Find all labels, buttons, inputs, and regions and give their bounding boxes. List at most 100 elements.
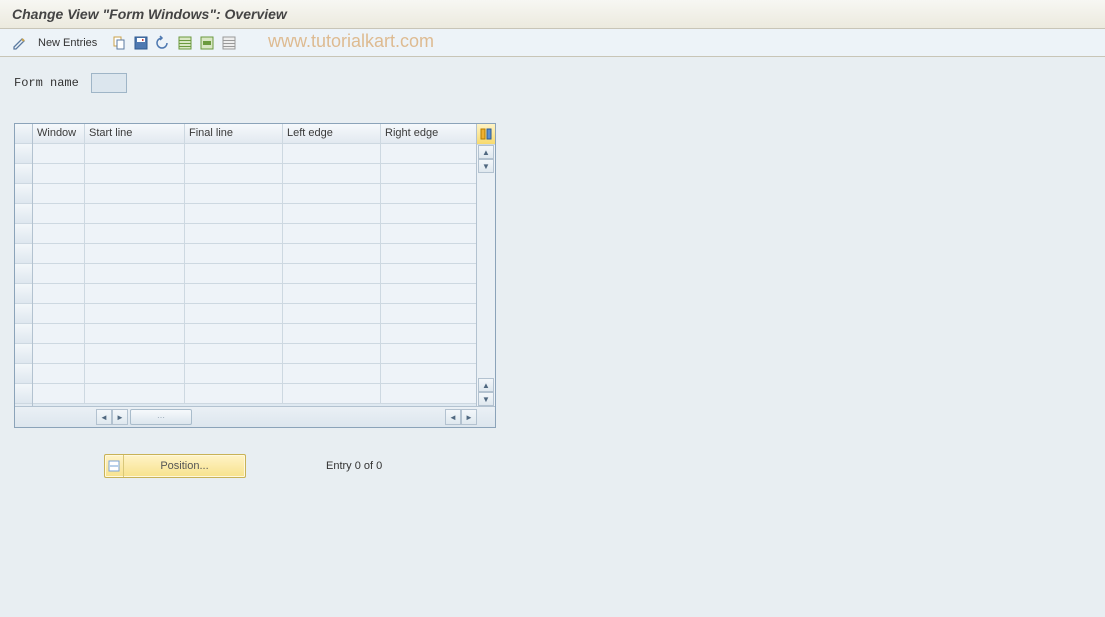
undo-button[interactable]: [153, 33, 173, 53]
table-cell[interactable]: [33, 384, 85, 403]
scroll-left-button-2[interactable]: ◄: [445, 409, 461, 425]
table-cell[interactable]: [33, 164, 85, 183]
table-row[interactable]: [33, 344, 476, 364]
select-block-button[interactable]: [197, 33, 217, 53]
column-window[interactable]: Window: [33, 124, 85, 143]
table-cell[interactable]: [283, 144, 381, 163]
table-cell[interactable]: [381, 244, 476, 263]
table-cell[interactable]: [185, 144, 283, 163]
table-cell[interactable]: [283, 344, 381, 363]
scroll-right-button[interactable]: ►: [112, 409, 128, 425]
scroll-up-button[interactable]: ▲: [478, 145, 494, 159]
row-selector[interactable]: [15, 304, 32, 324]
select-all-button[interactable]: [175, 33, 195, 53]
row-selector[interactable]: [15, 244, 32, 264]
table-cell[interactable]: [185, 244, 283, 263]
table-row[interactable]: [33, 224, 476, 244]
table-row[interactable]: [33, 144, 476, 164]
row-selector[interactable]: [15, 324, 32, 344]
table-cell[interactable]: [381, 344, 476, 363]
row-selector[interactable]: [15, 264, 32, 284]
row-selector[interactable]: [15, 284, 32, 304]
row-selector[interactable]: [15, 144, 32, 164]
scroll-down-button[interactable]: ▼: [478, 159, 494, 173]
table-row[interactable]: [33, 364, 476, 384]
table-cell[interactable]: [283, 324, 381, 343]
table-cell[interactable]: [85, 204, 185, 223]
table-cell[interactable]: [185, 364, 283, 383]
row-selector[interactable]: [15, 204, 32, 224]
table-cell[interactable]: [33, 304, 85, 323]
table-cell[interactable]: [85, 264, 185, 283]
table-row[interactable]: [33, 204, 476, 224]
table-cell[interactable]: [85, 384, 185, 403]
table-cell[interactable]: [85, 284, 185, 303]
vertical-scroll-track[interactable]: [477, 173, 495, 378]
table-cell[interactable]: [185, 164, 283, 183]
scroll-left-button[interactable]: ◄: [96, 409, 112, 425]
table-cell[interactable]: [283, 364, 381, 383]
table-cell[interactable]: [85, 164, 185, 183]
table-cell[interactable]: [185, 204, 283, 223]
table-cell[interactable]: [185, 264, 283, 283]
column-left-edge[interactable]: Left edge: [283, 124, 381, 143]
table-row[interactable]: [33, 184, 476, 204]
table-cell[interactable]: [185, 184, 283, 203]
table-cell[interactable]: [283, 244, 381, 263]
table-cell[interactable]: [283, 384, 381, 403]
table-cell[interactable]: [85, 144, 185, 163]
table-cell[interactable]: [283, 284, 381, 303]
column-right-edge[interactable]: Right edge: [381, 124, 476, 143]
table-cell[interactable]: [85, 304, 185, 323]
table-cell[interactable]: [33, 364, 85, 383]
table-cell[interactable]: [33, 184, 85, 203]
table-cell[interactable]: [381, 324, 476, 343]
table-cell[interactable]: [283, 164, 381, 183]
toggle-change-button[interactable]: [10, 33, 30, 53]
scroll-down-button-2[interactable]: ▼: [478, 392, 494, 406]
table-cell[interactable]: [381, 364, 476, 383]
row-selector[interactable]: [15, 224, 32, 244]
table-row[interactable]: [33, 164, 476, 184]
table-cell[interactable]: [185, 224, 283, 243]
table-cell[interactable]: [381, 164, 476, 183]
table-cell[interactable]: [33, 344, 85, 363]
row-selector[interactable]: [15, 164, 32, 184]
table-cell[interactable]: [185, 284, 283, 303]
table-row[interactable]: [33, 384, 476, 404]
table-cell[interactable]: [381, 184, 476, 203]
table-cell[interactable]: [381, 224, 476, 243]
row-selector[interactable]: [15, 384, 32, 404]
table-cell[interactable]: [85, 244, 185, 263]
column-start-line[interactable]: Start line: [85, 124, 185, 143]
table-cell[interactable]: [85, 324, 185, 343]
table-cell[interactable]: [185, 304, 283, 323]
table-cell[interactable]: [33, 144, 85, 163]
table-configure-button[interactable]: [477, 124, 495, 145]
table-cell[interactable]: [283, 264, 381, 283]
column-final-line[interactable]: Final line: [185, 124, 283, 143]
new-entries-button[interactable]: New Entries: [32, 33, 103, 53]
table-cell[interactable]: [381, 284, 476, 303]
table-cell[interactable]: [33, 264, 85, 283]
table-cell[interactable]: [33, 324, 85, 343]
table-cell[interactable]: [33, 204, 85, 223]
table-cell[interactable]: [85, 224, 185, 243]
delete-button[interactable]: [131, 33, 151, 53]
deselect-all-button[interactable]: [219, 33, 239, 53]
table-cell[interactable]: [283, 224, 381, 243]
table-cell[interactable]: [33, 224, 85, 243]
table-row[interactable]: [33, 264, 476, 284]
table-cell[interactable]: [283, 204, 381, 223]
table-cell[interactable]: [185, 344, 283, 363]
scroll-right-button-2[interactable]: ►: [461, 409, 477, 425]
table-cell[interactable]: [185, 384, 283, 403]
table-cell[interactable]: [381, 264, 476, 283]
table-cell[interactable]: [381, 144, 476, 163]
table-cell[interactable]: [381, 204, 476, 223]
scroll-up-button-2[interactable]: ▲: [478, 378, 494, 392]
form-name-input[interactable]: [91, 73, 127, 93]
table-cell[interactable]: [85, 344, 185, 363]
table-row[interactable]: [33, 244, 476, 264]
table-cell[interactable]: [283, 184, 381, 203]
